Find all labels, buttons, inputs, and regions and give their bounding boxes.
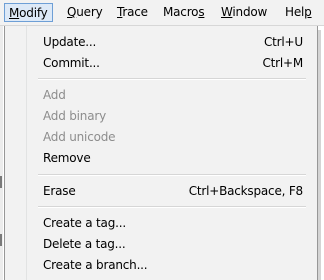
menu-query[interactable]: Query [67, 4, 103, 21]
window-edge-mark [0, 176, 2, 188]
menu-modify[interactable]: Modify [4, 3, 53, 22]
menu-macros[interactable]: Macros [163, 4, 205, 21]
menu-bar: Modify Query Trace Macros Window Help [0, 0, 324, 26]
menu-separator-highlight [38, 175, 306, 176]
menu-separator-highlight [38, 207, 306, 208]
menu-separator-highlight [38, 79, 306, 80]
menu-item-label: Commit... [43, 56, 100, 70]
menu-item-label: Create a tag... [43, 216, 126, 230]
menu-item-label: Delete a tag... [43, 237, 126, 251]
menu-item-shortcut: Ctrl+Backspace, F8 [188, 184, 304, 198]
window-edge-mark [0, 234, 2, 246]
menu-item-label: Remove [43, 151, 91, 165]
menu-item-shortcut: Ctrl+U [264, 35, 303, 49]
menu-item-label: Add [43, 88, 66, 102]
menu-item-add: Add [5, 85, 317, 105]
menu-trace[interactable]: Trace [117, 4, 148, 21]
menu-item-label: Add unicode [43, 130, 116, 144]
menu-item-add-unicode: Add unicode [5, 127, 317, 147]
menu-item-create-branch[interactable]: Create a branch... [5, 255, 317, 275]
menu-item-label: Create a branch... [43, 258, 148, 272]
menu-item-erase[interactable]: Erase Ctrl+Backspace, F8 [5, 181, 317, 201]
menu-item-label: Add binary [43, 109, 106, 123]
menu-item-commit[interactable]: Commit... Ctrl+M [5, 53, 317, 73]
menu-item-remove[interactable]: Remove [5, 148, 317, 168]
menu-item-create-tag[interactable]: Create a tag... [5, 213, 317, 233]
menu-item-label: Update... [43, 35, 97, 49]
menu-window[interactable]: Window [221, 4, 267, 21]
menu-item-label: Erase [43, 184, 76, 198]
menu-item-shortcut: Ctrl+M [262, 56, 303, 70]
menu-item-update[interactable]: Update... Ctrl+U [5, 32, 317, 52]
dropdown-shadow [318, 30, 321, 280]
menu-help[interactable]: Help [285, 4, 312, 21]
menu-item-add-binary: Add binary [5, 106, 317, 126]
menu-item-delete-tag[interactable]: Delete a tag... [5, 234, 317, 254]
